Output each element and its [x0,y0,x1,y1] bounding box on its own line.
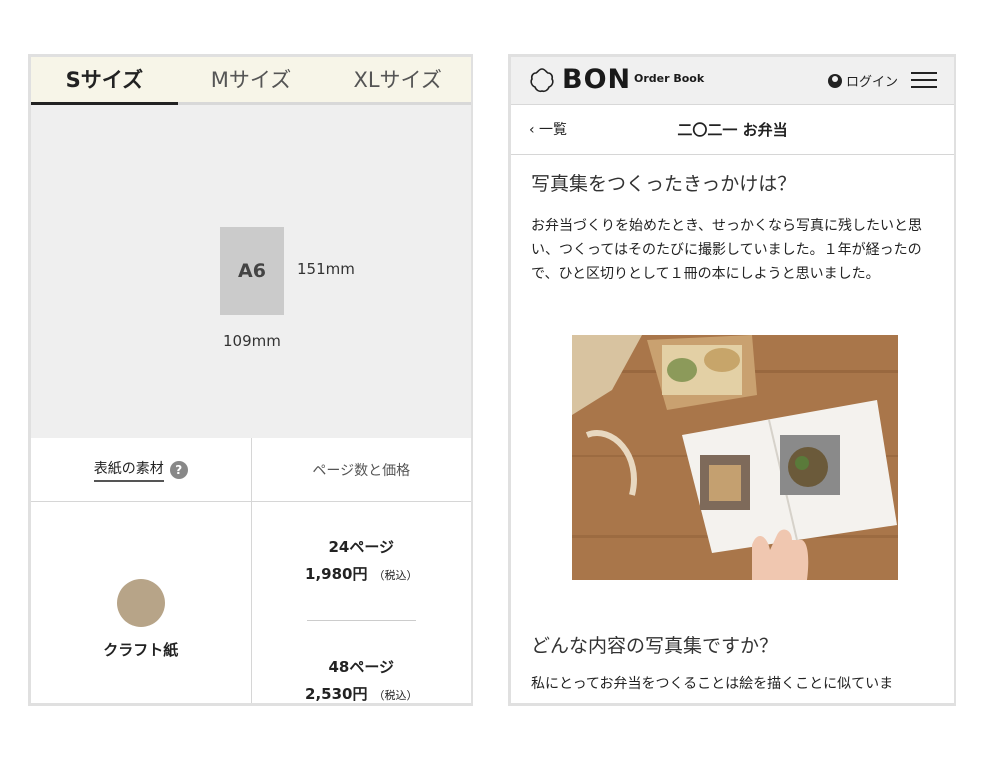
answer-text: 私にとってお弁当をつくることは絵を描くことに似ていま [531,676,894,692]
price-option: 24ページ 1,980円 （税込） [252,536,472,584]
cover-material-label[interactable]: 表紙の素材 [93,458,164,482]
answer-text: お弁当づくりを始めたとき、せっかくなら写真に残したいと思い、つくってはそのたびに… [531,218,923,282]
user-icon [828,73,842,88]
size-selector-panel: Sサイズ Mサイズ XLサイズ A6 151mm 109mm 表紙の素材 ? ペ… [28,54,473,706]
site-header: BON Order Book ログイン [511,57,954,105]
logo-text[interactable]: BON [562,64,631,95]
article-body: 写真集をつくったきっかけは？ お弁当づくりを始めたとき、せっかくなら写真に残した… [531,169,939,286]
photobook-photo [572,335,898,580]
price-option: 48ページ 2,530円 （税込） [252,656,472,703]
logo-subtitle: Order Book [634,72,705,85]
question-heading: どんな内容の写真集ですか？ [531,635,779,657]
price-amount: 1,980円 [305,565,368,583]
sub-navigation: ‹ 一覧 二〇二一 お弁当 [511,104,954,155]
tax-note: （税込） [373,569,418,582]
material-cell: クラフト紙 [31,502,252,703]
question-heading: 写真集をつくったきっかけは？ [531,173,797,195]
tab-size-xl[interactable]: XLサイズ [324,57,471,102]
book-format-preview: A6 [220,227,284,315]
help-icon[interactable]: ? [169,460,188,479]
material-swatch [117,579,165,627]
article-panel: BON Order Book ログイン ‹ 一覧 二〇二一 お弁当 写真集をつく… [508,54,956,706]
price-header: ページ数と価格 [312,462,411,479]
size-tabs: Sサイズ Mサイズ XLサイズ [31,57,471,105]
spec-table-body: クラフト紙 24ページ 1,980円 （税込） 48ページ 2,530円 （税込） [31,502,472,703]
login-link[interactable]: ログイン [828,71,898,90]
page-count: 24ページ [328,538,395,556]
tab-size-s[interactable]: Sサイズ [31,57,178,105]
tab-size-m[interactable]: Mサイズ [178,57,325,102]
height-dimension: 151mm [297,260,355,278]
price-cell: 24ページ 1,980円 （税込） 48ページ 2,530円 （税込） [252,502,472,703]
spec-table-header: 表紙の素材 ? ページ数と価格 [31,438,471,502]
logo-icon[interactable] [529,67,555,93]
material-name: クラフト紙 [103,641,179,659]
tax-note: （税込） [373,689,418,702]
page-title: 二〇二一 お弁当 [677,121,788,139]
width-dimension: 109mm [223,332,281,350]
login-label: ログイン [846,75,899,90]
price-amount: 2,530円 [305,685,368,703]
hamburger-menu-icon[interactable] [911,72,937,88]
cover-material-header[interactable]: 表紙の素材 ? [31,438,252,501]
page-count: 48ページ [328,658,395,676]
spec-table: 表紙の素材 ? ページ数と価格 クラフト紙 24ページ 1,980円 （税込） 4… [31,438,472,703]
price-divider [306,620,416,621]
size-preview: A6 151mm 109mm [31,105,471,438]
